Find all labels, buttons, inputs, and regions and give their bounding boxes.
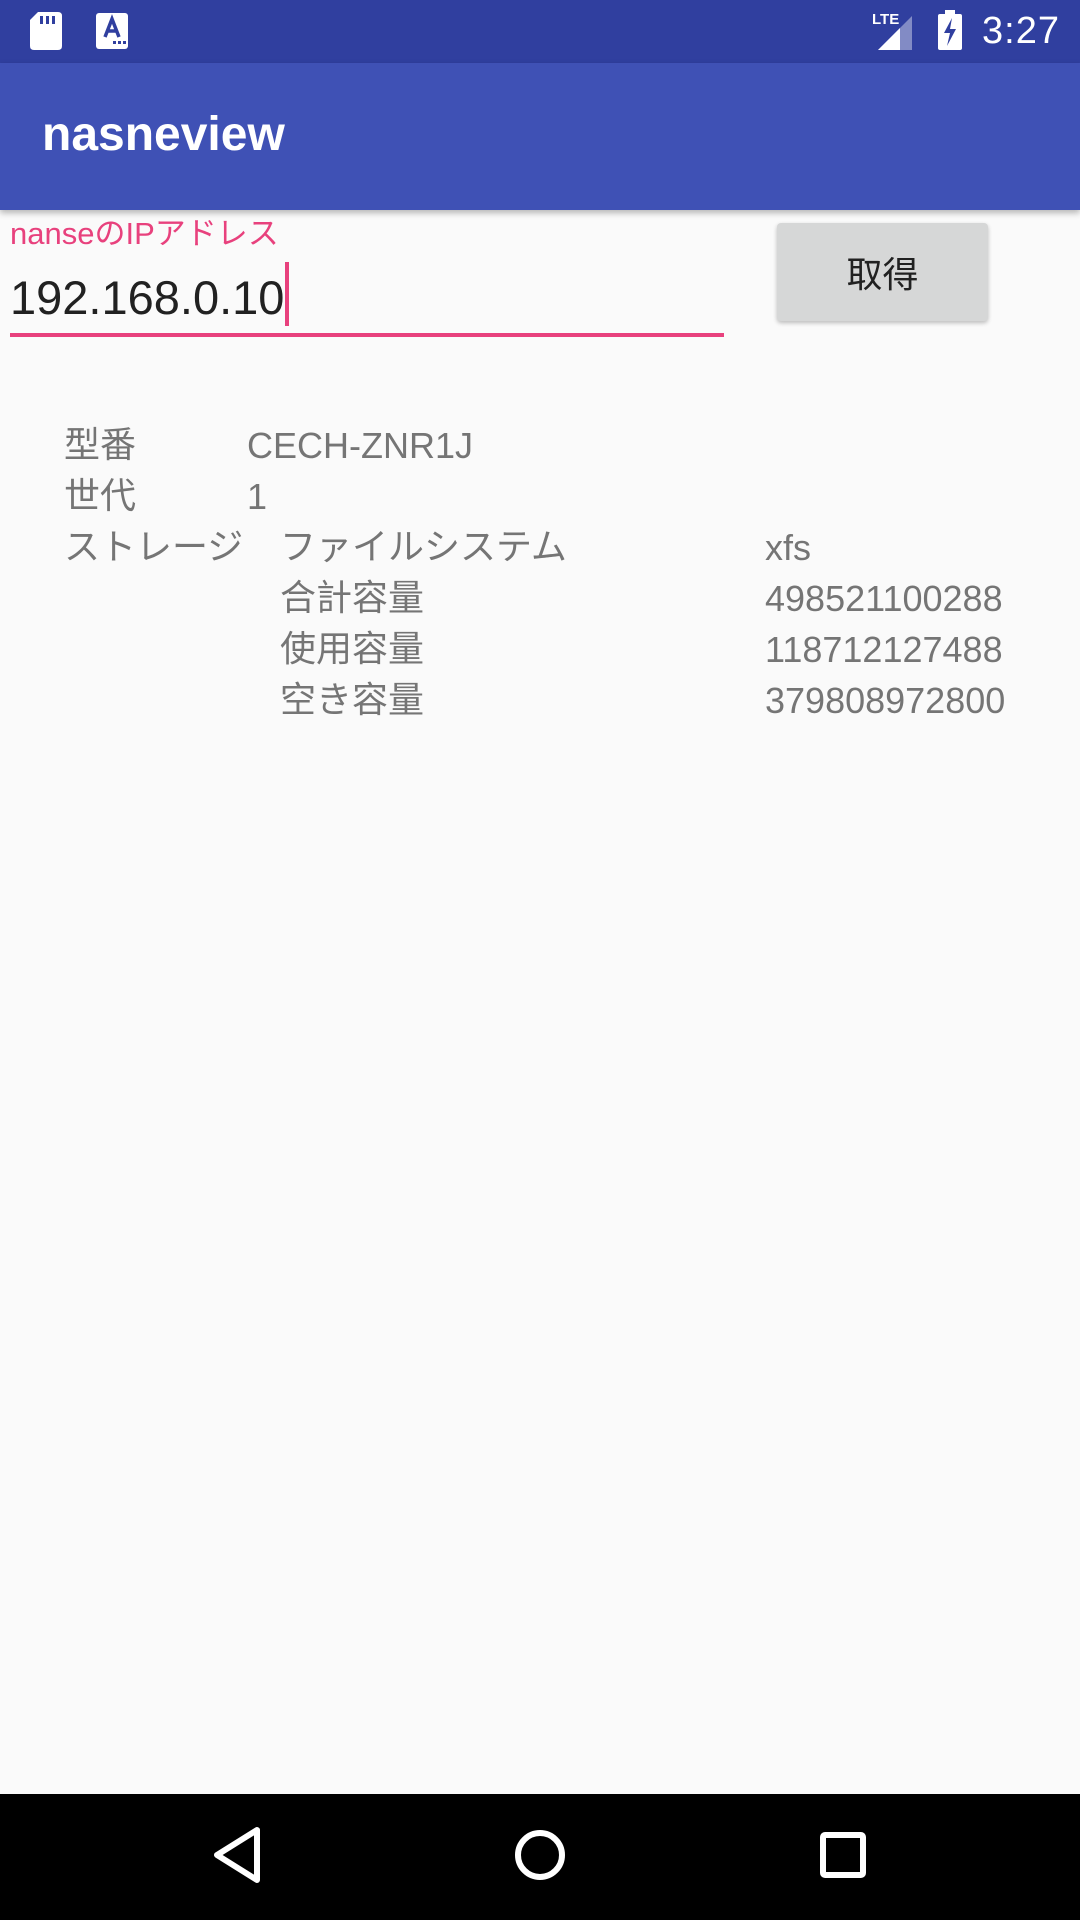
ip-address-label: nanseのIPアドレス <box>10 216 279 251</box>
ip-address-value: 192.168.0.10 <box>10 271 285 324</box>
generation-value: 1 <box>247 476 268 517</box>
ip-address-underline <box>10 333 724 337</box>
generation-label: 世代 <box>64 476 137 517</box>
svg-text:LTE: LTE <box>872 11 899 28</box>
storage-row-label: 合計容量 <box>280 578 425 619</box>
lte-signal-icon: LTE <box>872 10 918 54</box>
back-icon <box>211 1826 263 1888</box>
home-icon <box>514 1829 566 1885</box>
clock: 3:27 <box>982 10 1060 52</box>
keyboard-a-icon <box>96 13 128 53</box>
home-button[interactable] <box>460 1794 620 1920</box>
app-title: nasneview <box>42 108 285 161</box>
storage-row-label: 空き容量 <box>280 680 425 721</box>
battery-charging-icon <box>938 9 963 54</box>
back-button[interactable] <box>157 1794 317 1920</box>
text-caret <box>285 262 290 326</box>
navigation-bar <box>0 1794 1080 1920</box>
app-bar: nasneview <box>0 63 1080 210</box>
get-button[interactable]: 取得 <box>777 223 988 321</box>
recents-icon <box>819 1831 867 1883</box>
storage-row-value: 118712127488 <box>765 629 1003 670</box>
storage-row-label: ファイルシステム <box>280 527 567 568</box>
storage-row-label: 使用容量 <box>280 629 425 670</box>
storage-row-value: xfs <box>765 527 812 568</box>
ip-address-input[interactable]: 192.168.0.10 <box>10 262 724 332</box>
get-button-label: 取得 <box>846 255 919 296</box>
storage-row-value: 379808972800 <box>765 680 1006 721</box>
storage-row-value: 498521100288 <box>765 578 1003 619</box>
model-label: 型番 <box>64 425 137 466</box>
status-bar: LTE 3:27 <box>0 0 1080 63</box>
notification-icons <box>30 12 128 54</box>
recents-button[interactable] <box>763 1794 923 1920</box>
sd-card-icon <box>30 12 62 54</box>
storage-label: ストレージ <box>64 527 244 568</box>
model-value: CECH-ZNR1J <box>247 425 474 466</box>
system-icons: LTE 3:27 <box>872 0 1060 63</box>
